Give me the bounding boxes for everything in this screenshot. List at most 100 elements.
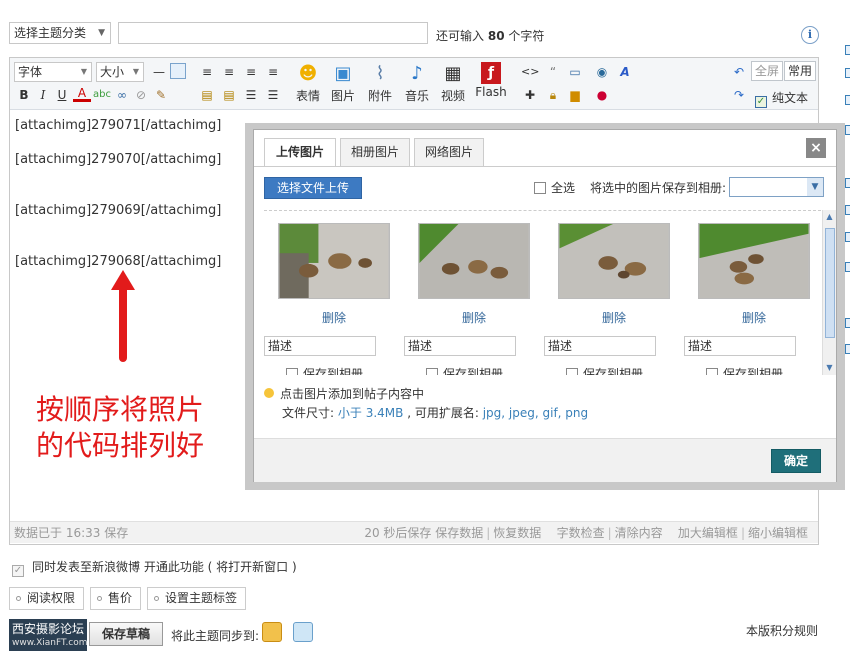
save-to-album-option[interactable]: 保存到相册 [404,365,544,375]
edge-checkbox[interactable] [845,344,850,354]
italic-icon[interactable]: I [34,86,52,104]
redo-icon[interactable]: ↷ [730,86,748,104]
edge-checkbox[interactable] [845,95,850,105]
attachment-button[interactable]: ⌇ 附件 [359,62,401,104]
delete-link[interactable]: 删除 [544,309,684,326]
tab-album[interactable]: 相册图片 [340,138,410,166]
ok-button[interactable]: 确定 [771,449,821,473]
delete-link[interactable]: 删除 [404,309,544,326]
image-button[interactable]: ▣ 图片 [322,62,364,104]
tab-web[interactable]: 网络图片 [414,138,484,166]
free-icon[interactable]: ▭ [566,63,584,81]
code-icon[interactable]: <> [521,63,539,81]
weibo-share-option[interactable]: ✓ 同时发表至新浪微博 开通此功能 ( 将打开新窗口 ) [12,558,297,577]
points-rules-link[interactable]: 本版积分规则 [746,622,818,639]
photo-thumbnail[interactable] [558,223,670,299]
delete-link[interactable]: 删除 [264,309,404,326]
description-input[interactable]: 描述 [264,336,376,356]
save-to-album-option[interactable]: 保存到相册 [684,365,824,375]
album-select[interactable]: ▼ [729,177,824,197]
clear-content-link[interactable]: 清除内容 [615,526,663,540]
enlarge-editor-link[interactable]: 加大编辑框 [678,526,738,540]
align-right-icon[interactable]: ≡ [264,63,282,81]
scroll-down-icon[interactable]: ▼ [823,362,836,374]
weibo-checkbox[interactable]: ✓ [12,565,24,577]
edge-checkbox[interactable] [845,68,850,78]
edge-checkbox[interactable] [845,318,850,328]
font-select[interactable]: 字体 ▼ [14,62,92,82]
edge-checkbox[interactable] [845,232,850,242]
restore-data-link[interactable]: 恢复数据 [493,526,541,540]
font-style-icon[interactable]: A [616,63,634,81]
spellcheck-icon[interactable]: abc [93,86,111,104]
float-left-icon[interactable]: ▤ [198,86,216,104]
align-center-icon[interactable]: ≡ [242,63,260,81]
delete-link[interactable]: 删除 [684,309,824,326]
plaintext-toggle[interactable]: ✓ 纯文本 [755,89,808,108]
plaintext-checkbox[interactable]: ✓ [755,96,767,108]
align-justify-icon[interactable]: ≡ [198,63,216,81]
save-to-album-option[interactable]: 保存到相册 [264,365,404,375]
qq-icon[interactable]: ● [593,86,611,104]
save-data-link[interactable]: 20 秒后保存 保存数据 [364,526,483,540]
align-left-icon[interactable]: ≡ [220,63,238,81]
underline-icon[interactable]: U [53,86,71,104]
tags-button[interactable]: 设置主题标签 [147,587,247,610]
ordered-list-icon[interactable]: ☰ [242,86,260,104]
sync-qzone-icon[interactable] [293,622,313,642]
edge-checkbox[interactable] [845,262,850,272]
table-icon[interactable] [170,63,186,79]
save-to-album-checkbox[interactable] [706,368,718,375]
fullscreen-button[interactable]: 全屏 [751,61,784,81]
save-to-album-checkbox[interactable] [426,368,438,375]
word-check-link[interactable]: 字数检查 [557,526,605,540]
description-input[interactable]: 描述 [404,336,516,356]
link-icon[interactable]: ∞ [113,86,131,104]
save-to-album-checkbox[interactable] [286,368,298,375]
edge-checkbox[interactable] [845,45,850,55]
category-select[interactable]: 选择主题分类 ▼ [9,22,111,44]
video-button[interactable]: ▦ 视频 [432,62,474,104]
unordered-list-icon[interactable]: ☰ [264,86,282,104]
price-button[interactable]: 售价 [90,587,142,610]
save-to-album-option[interactable]: 保存到相册 [544,365,684,375]
quote-icon[interactable]: “ [544,63,562,81]
save-draft-button[interactable]: 保存草稿 [89,622,163,646]
description-input[interactable]: 描述 [544,336,656,356]
shrink-editor-link[interactable]: 缩小编辑框 [748,526,808,540]
photo-thumbnail[interactable] [418,223,530,299]
close-icon[interactable]: × [806,138,826,158]
sale-icon[interactable]: ✚ [521,86,539,104]
lock-icon[interactable]: 🔒︎ [544,86,562,104]
edge-checkbox[interactable] [845,205,850,215]
unlink-icon[interactable]: ⊘ [132,86,150,104]
tab-upload[interactable]: 上传图片 [264,138,336,167]
select-all[interactable]: 全选 [534,179,575,196]
page-icon[interactable]: ▆ [566,86,584,104]
subject-input[interactable] [118,22,428,44]
horizontal-rule-icon[interactable]: — [150,63,168,81]
scroll-up-icon[interactable]: ▲ [823,211,836,223]
sync-weibo-icon[interactable] [262,622,282,642]
photo-thumbnail[interactable] [698,223,810,299]
flash-button[interactable]: ƒ Flash [470,62,512,99]
edge-checkbox[interactable] [845,178,850,188]
photo-thumbnail[interactable] [278,223,390,299]
choose-file-button[interactable]: 选择文件上传 [264,177,362,199]
info-icon[interactable]: i [801,26,819,44]
read-permission-button[interactable]: 阅读权限 [9,587,85,610]
bold-icon[interactable]: B [15,86,33,104]
save-to-album-checkbox[interactable] [566,368,578,375]
font-color-icon[interactable]: A [73,86,91,102]
common-button[interactable]: 常用 [784,61,817,81]
clear-format-icon[interactable]: ✎ [152,86,170,104]
play-icon[interactable]: ◉ [593,63,611,81]
size-select[interactable]: 大小 ▼ [96,62,144,82]
select-all-checkbox[interactable] [534,182,546,194]
float-right-icon[interactable]: ▤ [220,86,238,104]
undo-icon[interactable]: ↶ [730,63,748,81]
scrollbar-thumb[interactable] [825,228,835,338]
description-input[interactable]: 描述 [684,336,796,356]
edge-checkbox[interactable] [845,125,850,135]
photo-list-scrollbar[interactable]: ▲ ▼ [822,210,836,375]
